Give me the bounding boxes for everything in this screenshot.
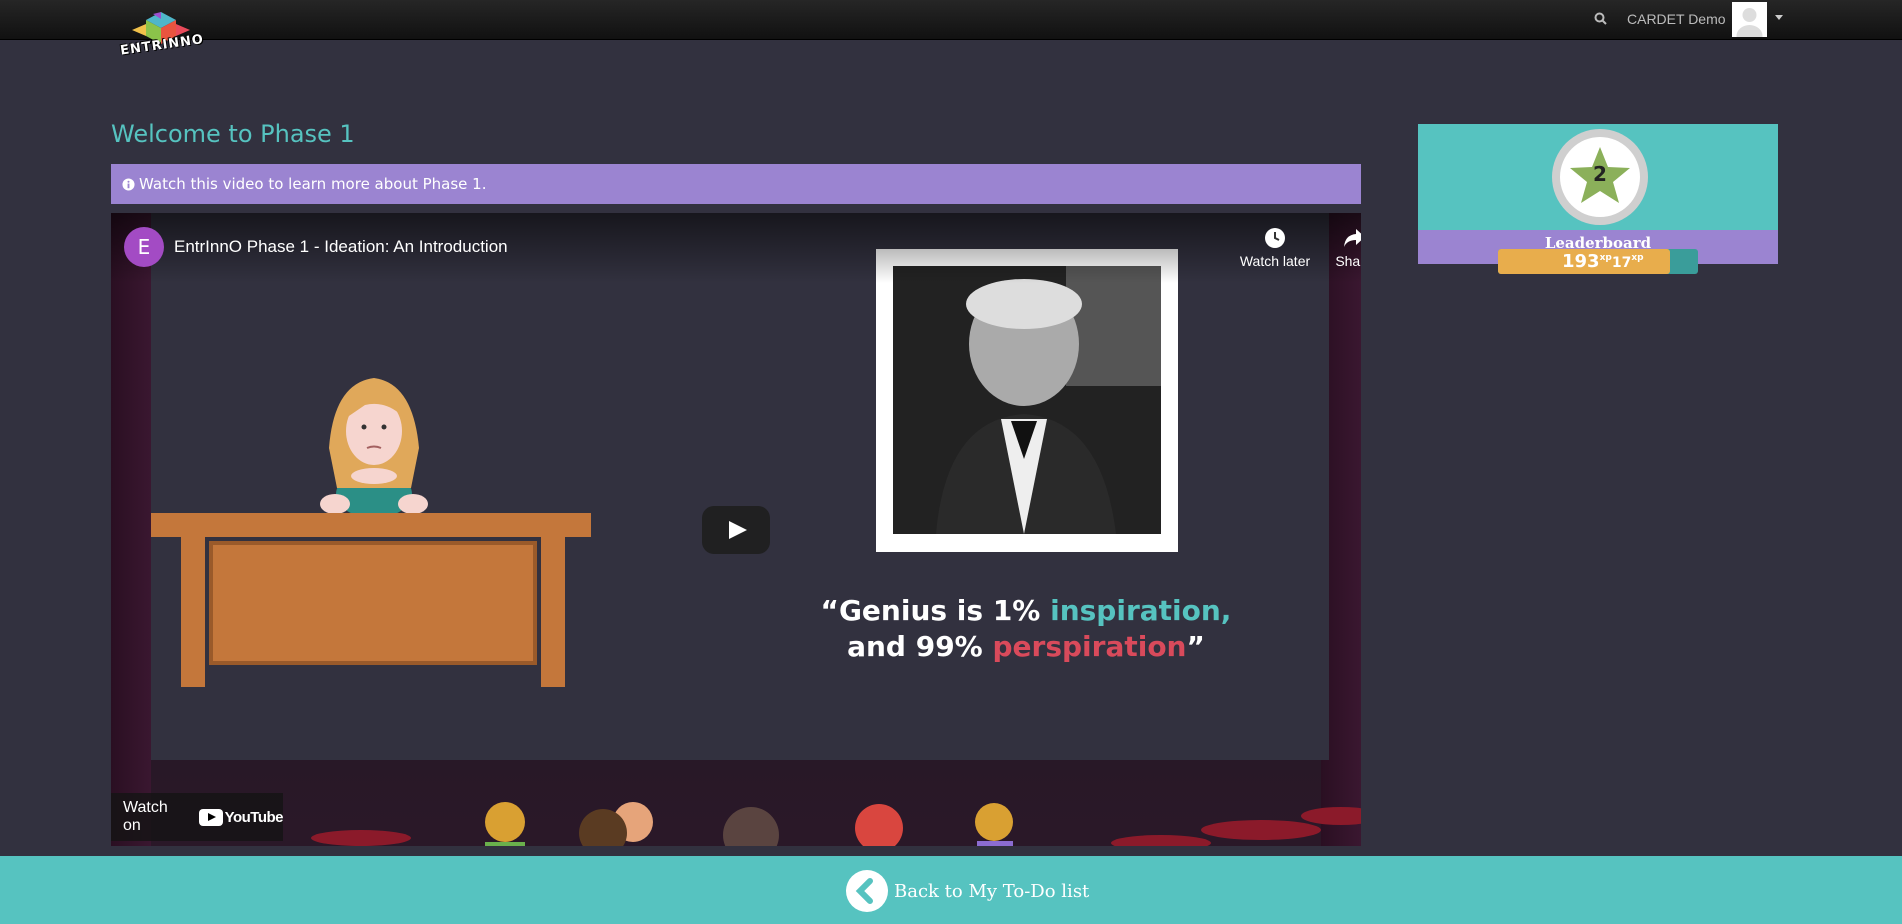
page-title: Welcome to Phase 1: [111, 120, 355, 148]
alert-text: Watch this video to learn more about Pha…: [139, 175, 487, 193]
channel-avatar[interactable]: E: [124, 227, 164, 267]
share-label: Share: [1335, 253, 1361, 269]
youtube-embed[interactable]: E EntrInnO Phase 1 - Ideation: An Introd…: [111, 213, 1361, 846]
audience-illustration: [311, 802, 1361, 846]
share-button[interactable]: Share: [1314, 227, 1361, 269]
clock-icon: [1265, 228, 1285, 248]
video-header: E EntrInnO Phase 1 - Ideation: An Introd…: [111, 213, 1361, 283]
avatar[interactable]: [1732, 2, 1767, 37]
quote-part-1: “Genius is 1%: [820, 594, 1051, 627]
watch-on-label: Watch on: [123, 799, 168, 834]
xp-progress-bar: 193xp17xp: [1498, 249, 1698, 274]
xp-readout: 193xp17xp: [1498, 251, 1698, 272]
watch-later-label: Watch later: [1239, 253, 1311, 269]
youtube-play-icon: [198, 808, 223, 826]
youtube-logo: YouTube: [198, 808, 284, 826]
rank-number: 2: [1593, 162, 1607, 186]
chevron-down-icon[interactable]: [1775, 15, 1783, 20]
quote-close: ”: [1186, 630, 1205, 663]
search-icon[interactable]: [1593, 11, 1609, 27]
portrait-image: [893, 266, 1161, 534]
youtube-logo-text: YouTube: [224, 808, 284, 826]
xp-next-unit: xp: [1631, 253, 1644, 263]
share-icon: [1344, 229, 1361, 247]
quote-part-2: and 99%: [847, 630, 993, 663]
left-curtain: [111, 213, 151, 846]
leaderboard-card[interactable]: 2 Leaderboard: [1418, 124, 1778, 264]
edison-photo: [876, 249, 1178, 552]
entrinno-logo[interactable]: ENTRINNO: [119, 10, 205, 72]
xp-next-value: 17: [1611, 255, 1632, 271]
footer-bar: Back to My To-Do list: [0, 856, 1902, 924]
top-navbar: CARDET Demo: [0, 0, 1902, 40]
user-avatar-icon: [1736, 8, 1763, 37]
info-alert: Watch this video to learn more about Pha…: [111, 164, 1361, 204]
rank-badge: 2: [1552, 129, 1648, 225]
xp-unit: xp: [1599, 253, 1612, 263]
user-menu-name[interactable]: CARDET Demo: [1627, 11, 1726, 27]
xp-value: 193: [1562, 251, 1600, 272]
back-to-todo-link[interactable]: Back to My To-Do list: [846, 870, 1089, 912]
watch-on-youtube-button[interactable]: Watch on YouTube: [111, 793, 284, 841]
info-icon: [122, 177, 135, 191]
quote-highlight-inspiration: inspiration,: [1050, 594, 1232, 627]
back-label: Back to My To-Do list: [894, 880, 1090, 902]
back-chevron-icon: [846, 870, 888, 912]
video-title[interactable]: EntrInnO Phase 1 - Ideation: An Introduc…: [174, 237, 508, 257]
play-icon: [729, 521, 747, 539]
quote-highlight-perspiration: perspiration: [992, 630, 1187, 663]
quote-text: “Genius is 1% inspiration, and 99% persp…: [811, 593, 1241, 665]
play-button[interactable]: [702, 506, 770, 554]
watch-later-button[interactable]: Watch later: [1235, 227, 1315, 269]
